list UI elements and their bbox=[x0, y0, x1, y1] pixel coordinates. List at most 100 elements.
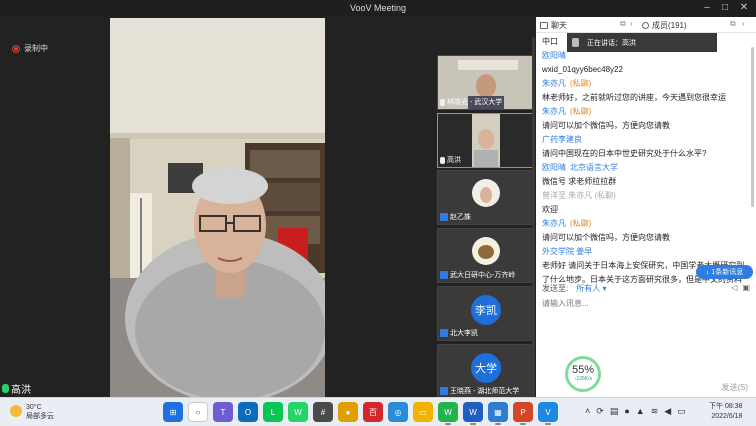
start-icon[interactable]: ⊞ bbox=[163, 402, 183, 422]
folder-icon[interactable]: ▭ bbox=[413, 402, 433, 422]
word-icon[interactable]: W bbox=[463, 402, 483, 425]
mic-icon bbox=[440, 98, 445, 106]
chat-message: 请问可以加个微信吗，方便向您请教 bbox=[542, 121, 670, 130]
mic-icon[interactable]: ◁ bbox=[731, 283, 737, 292]
chat-panel: 聊天 ⧉ › 成员(191) ⧉ › 中口 欧阳晴 wxid_01qyy6bec48… bbox=[536, 17, 756, 397]
clock[interactable]: 下午 08:38 2022/6/18 bbox=[709, 402, 742, 422]
chat-scrollbar[interactable] bbox=[751, 47, 754, 207]
chat-sender: 外交学院 姜早 bbox=[542, 245, 748, 259]
arrow-down-icon: ↓ bbox=[705, 268, 710, 276]
send-to-selector[interactable]: 发送至: 所有人 ▾ bbox=[542, 283, 606, 294]
network-icon[interactable]: ▤ bbox=[610, 406, 619, 417]
outlook-icon[interactable]: O bbox=[238, 402, 258, 422]
maximize-button[interactable]: □ bbox=[718, 2, 732, 14]
participant-tile[interactable]: 武大日研中心-万齐岭 bbox=[437, 228, 533, 283]
chat-sender: 广药李建良 bbox=[542, 133, 748, 147]
chat-tab-bar: 聊天 ⧉ › 成员(191) ⧉ › bbox=[536, 17, 756, 33]
minimize-button[interactable]: – bbox=[700, 2, 714, 14]
search-icon[interactable]: ○ bbox=[188, 402, 208, 422]
chat-message-list: 中口 欧阳晴 wxid_01qyy6bec48y22 朱亦凡 (私聊) 林老师好，之前就听… bbox=[542, 35, 748, 303]
new-messages-label: 1条新讯息 bbox=[711, 269, 744, 276]
red-app-icon[interactable]: 百 bbox=[363, 402, 383, 422]
participant-name-label: 赵乙姝 bbox=[440, 212, 530, 222]
close-button[interactable]: ✕ bbox=[737, 2, 751, 14]
chat-input[interactable] bbox=[542, 299, 692, 308]
thumbnail-scrollbar[interactable] bbox=[532, 37, 535, 397]
sender-name[interactable]: 外交学院 姜早 bbox=[542, 247, 592, 256]
user-icon bbox=[440, 387, 448, 395]
chrome-icon[interactable]: ● bbox=[338, 402, 358, 422]
shield-icon[interactable]: ▲ bbox=[636, 406, 645, 417]
participant-name-label: 武大日研中心-万齐岭 bbox=[440, 270, 530, 280]
wechat-icon[interactable]: W bbox=[438, 402, 458, 425]
wifi-icon[interactable]: ≋ bbox=[651, 406, 659, 417]
tab-members[interactable]: 成员(191) bbox=[642, 20, 687, 31]
new-messages-button[interactable]: ↓ 1条新讯息 bbox=[696, 265, 753, 279]
popout-icon[interactable]: ⧉ bbox=[730, 19, 736, 29]
sender-name[interactable]: 朱亦凡 bbox=[542, 219, 566, 228]
chat-message: 微信号 求老师拉拉群 bbox=[542, 177, 617, 186]
chat-message: 请问中国现在的日本中世史研究处于什么水平? bbox=[542, 149, 707, 158]
photos-icon[interactable]: ▦ bbox=[488, 402, 508, 425]
active-speaker-label: 高洪 bbox=[2, 381, 31, 396]
popout-icon[interactable]: ⧉ bbox=[620, 19, 626, 29]
send-to-value[interactable]: 所有人 ▾ bbox=[576, 283, 606, 294]
whatsapp-icon[interactable]: W bbox=[288, 402, 308, 422]
participant-name-label: 北大李凯 bbox=[440, 328, 530, 338]
clock-date: 2022/6/18 bbox=[711, 413, 743, 420]
participant-tile[interactable]: 高洪 bbox=[437, 113, 533, 168]
participant-name-label: 林晓光 - 武汉大学 bbox=[440, 97, 530, 107]
volume-icon[interactable]: ◀ bbox=[664, 406, 671, 417]
participant-tile[interactable]: 赵乙姝 bbox=[437, 170, 533, 225]
sender-name[interactable]: 广药李建良 bbox=[542, 135, 582, 144]
network-speed: ↑126K/s bbox=[573, 376, 593, 382]
recording-label: 录制中 bbox=[24, 44, 48, 53]
chat-sender: 朱亦凡 (私聊) bbox=[542, 77, 748, 91]
battery-icon[interactable]: ▭ bbox=[677, 406, 686, 417]
main-speaker-video[interactable] bbox=[110, 18, 325, 397]
mic-icon bbox=[572, 38, 579, 47]
globe-icon[interactable]: ◎ bbox=[388, 402, 408, 422]
participant-avatar: 大学 bbox=[471, 353, 501, 383]
line-icon[interactable]: L bbox=[263, 402, 283, 422]
chat-message: 欢迎 bbox=[542, 205, 558, 214]
private-tag: (私聊) bbox=[570, 79, 592, 88]
participant-avatar: 李凯 bbox=[471, 295, 501, 325]
collapse-icon[interactable]: › bbox=[630, 19, 633, 28]
participant-name-label: 王晓燕 - 湖北师范大学 bbox=[440, 386, 530, 396]
chat-sender: 欧阳晴 北京语言大学 bbox=[542, 161, 748, 175]
chat-message: 曾洋至 朱亦凡 (私聊) bbox=[542, 191, 616, 200]
recording-indicator[interactable]: 录制中 bbox=[12, 43, 48, 54]
mic-icon bbox=[440, 156, 445, 164]
send-button[interactable]: 发送(S) bbox=[721, 382, 748, 393]
tab-members-label: 成员(191) bbox=[652, 21, 687, 30]
collapse-icon[interactable]: › bbox=[742, 19, 745, 28]
speaking-banner: 正在讲话：高洪 bbox=[567, 33, 717, 52]
powerpoint-icon[interactable]: P bbox=[513, 402, 533, 425]
image-icon[interactable]: ▣ bbox=[742, 283, 750, 292]
sync-icon[interactable]: ⟳ bbox=[596, 406, 604, 417]
teams-icon[interactable]: T bbox=[213, 402, 233, 422]
tab-chat[interactable]: 聊天 bbox=[540, 20, 567, 31]
sender-name[interactable]: 欧阳晴 bbox=[542, 51, 566, 60]
chat-sender: 朱亦凡 (私聊) bbox=[542, 105, 748, 119]
chat-sender: 朱亦凡 (私聊) bbox=[542, 217, 748, 231]
video-stage: 录制中 高洪 林晓光 - 武汉大学 高洪 赵乙姝 武大日研中心-万齐岭 李凯 北… bbox=[0, 17, 536, 399]
title-bar: VooV Meeting – □ ✕ bbox=[0, 0, 756, 17]
taskbar-apps: ⊞ ○ T O L W # ● 百 ◎ ▭ W W ▦ P V bbox=[163, 402, 558, 425]
sender-name[interactable]: 朱亦凡 bbox=[542, 107, 566, 116]
participant-name: 王晓燕 - 湖北师范大学 bbox=[450, 388, 520, 395]
network-indicator[interactable]: 55% ↑126K/s bbox=[565, 356, 601, 392]
weather-widget[interactable]: 30°C 局部多云 bbox=[10, 403, 54, 421]
sender-name[interactable]: 欧阳晴 bbox=[542, 163, 566, 172]
participant-tile[interactable]: 大学 王晓燕 - 湖北师范大学 bbox=[437, 344, 533, 399]
chevron-up-icon[interactable]: ˄ bbox=[585, 406, 590, 417]
voov-icon[interactable]: V bbox=[538, 402, 558, 425]
sender-name[interactable]: 朱亦凡 bbox=[542, 79, 566, 88]
members-icon bbox=[642, 22, 649, 29]
sender-org: 北京语言大学 bbox=[570, 163, 618, 172]
participant-tile[interactable]: 林晓光 - 武汉大学 bbox=[437, 55, 533, 110]
mic-icon[interactable]: ● bbox=[624, 406, 629, 417]
participant-tile[interactable]: 李凯 北大李凯 bbox=[437, 286, 533, 341]
calculator-icon[interactable]: # bbox=[313, 402, 333, 422]
